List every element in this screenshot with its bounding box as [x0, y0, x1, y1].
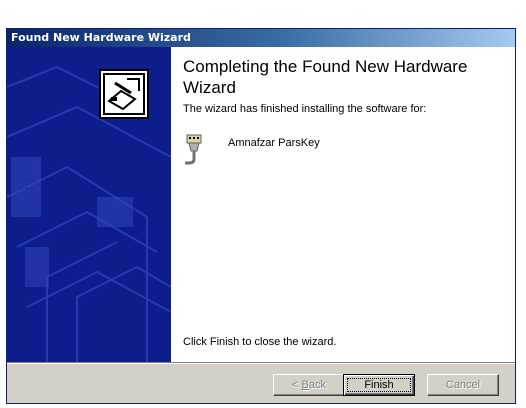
wizard-window: Found New Hardware Wizard Completing the… [6, 28, 516, 404]
back-button[interactable]: < Back [273, 374, 345, 396]
device-name: Amnafzar ParsKey [228, 137, 320, 149]
hardware-wizard-icon [99, 69, 149, 119]
serial-device-icon [183, 133, 207, 169]
finish-instruction: Click Finish to close the wizard. [183, 336, 337, 348]
back-button-mnemonic: B [301, 379, 309, 391]
finish-button[interactable]: Finish [343, 374, 415, 396]
page-title: Completing the Found New Hardware Wizard [183, 57, 468, 97]
footer-divider [7, 362, 515, 364]
cancel-button[interactable]: Cancel [427, 374, 499, 396]
finished-description: The wizard has finished installing the s… [183, 103, 427, 115]
back-button-label: ack [308, 379, 326, 391]
wizard-side-panel [7, 47, 171, 362]
title-bar[interactable]: Found New Hardware Wizard [7, 29, 515, 47]
back-button-arrow: < [292, 379, 302, 391]
wizard-content: Completing the Found New Hardware Wizard… [7, 47, 515, 362]
cancel-button-label: Cancel [445, 379, 481, 391]
finish-button-label: Finish [364, 379, 394, 391]
wizard-main-area: Completing the Found New Hardware Wizard… [183, 47, 507, 362]
